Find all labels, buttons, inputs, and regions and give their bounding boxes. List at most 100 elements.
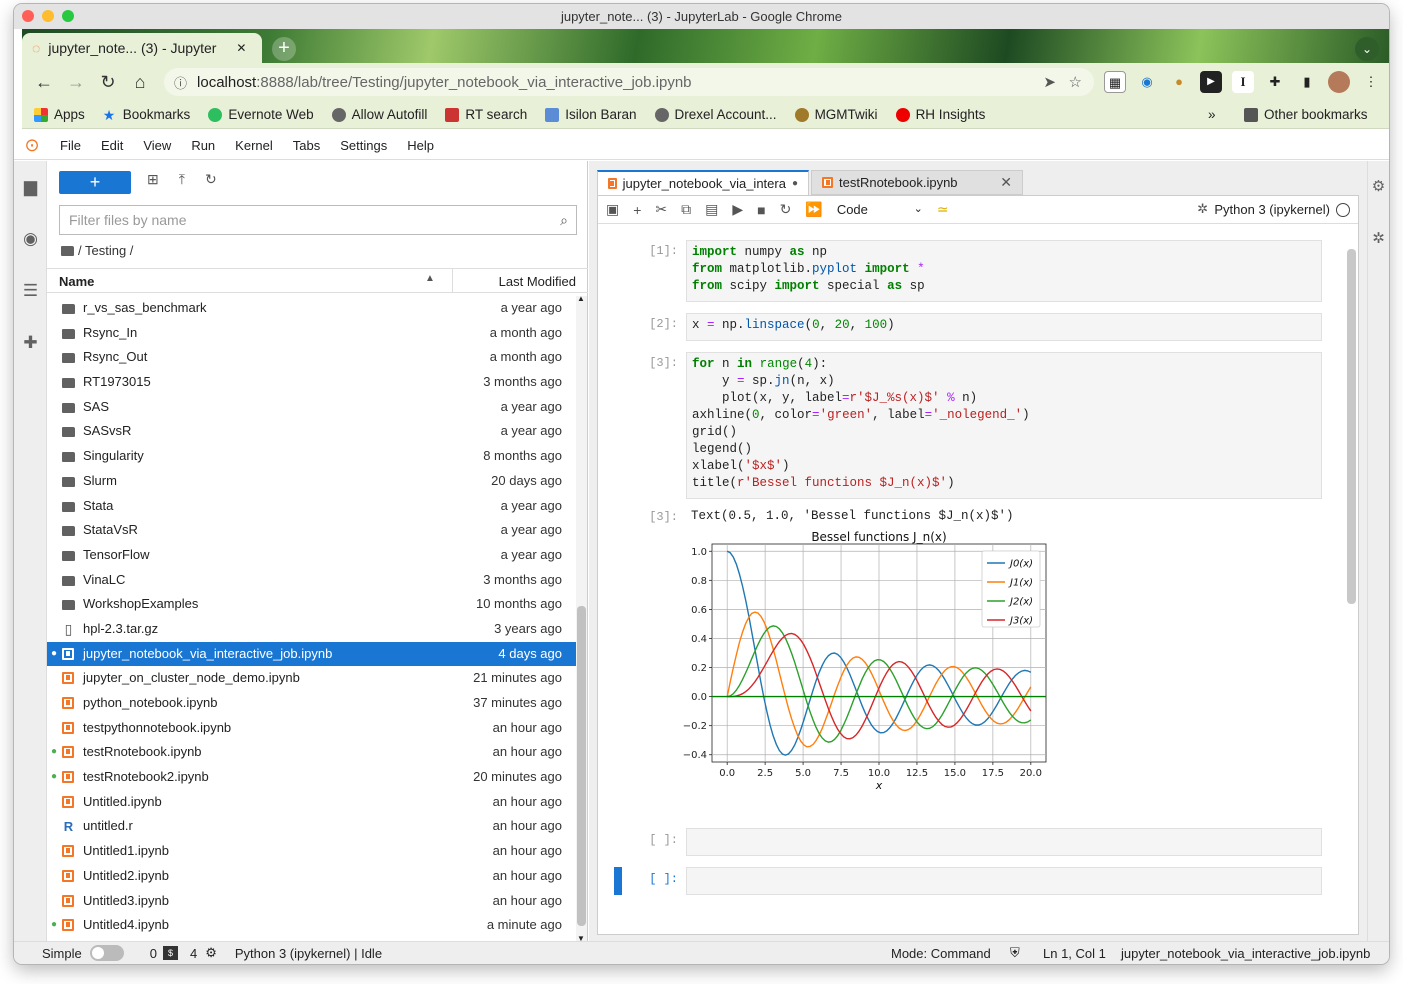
table-of-contents-icon[interactable]: ☰ bbox=[14, 265, 47, 317]
terminal-extension-icon[interactable]: ▶ bbox=[1200, 71, 1222, 93]
menu-kernel[interactable]: Kernel bbox=[225, 138, 283, 153]
file-browser-tab-icon[interactable]: ▆ bbox=[14, 161, 47, 213]
file-row[interactable]: Runtitled.r an hour ago bbox=[47, 814, 576, 839]
extension-2-icon[interactable]: ◉ bbox=[1136, 71, 1158, 93]
file-row[interactable]: Stata a year ago bbox=[47, 494, 576, 519]
column-name-header[interactable]: Name bbox=[59, 274, 94, 289]
bookmark-bookmarks[interactable]: ★ Bookmarks bbox=[103, 107, 191, 122]
unsaved-dot-icon[interactable]: ● bbox=[792, 178, 798, 189]
file-row[interactable]: Rsync_Out a month ago bbox=[47, 345, 576, 370]
browser-tab[interactable]: ◌ jupyter_note... (3) - Jupyter ✕ bbox=[22, 33, 262, 63]
address-bar[interactable]: ⓘ localhost:8888/lab/tree/Testing/jupyte… bbox=[164, 68, 1094, 96]
bookmark-rt-search[interactable]: RT search bbox=[445, 107, 527, 122]
menu-edit[interactable]: Edit bbox=[91, 138, 133, 153]
run-cell-icon[interactable]: ▶ bbox=[732, 201, 743, 218]
code-cell-3[interactable]: for n in range(4): y = sp.jn(n, x) plot(… bbox=[686, 352, 1322, 499]
file-row[interactable]: r_vs_sas_benchmark a year ago bbox=[47, 296, 576, 321]
new-folder-icon[interactable]: ⊞ bbox=[147, 171, 159, 188]
back-button[interactable]: ← bbox=[28, 72, 60, 93]
more-bookmarks-button[interactable]: » bbox=[1208, 107, 1216, 122]
side-panel-icon[interactable]: ▮ bbox=[1296, 71, 1318, 93]
extensions-puzzle-icon[interactable]: ✚ bbox=[1264, 71, 1286, 93]
menu-file[interactable]: File bbox=[50, 138, 91, 153]
kernel-count[interactable]: 4 bbox=[190, 946, 197, 961]
bookmark-allow-autofill[interactable]: Allow Autofill bbox=[331, 107, 427, 122]
extension-manager-icon[interactable]: ✚ bbox=[14, 317, 47, 369]
file-row[interactable]: SAS a year ago bbox=[47, 395, 576, 420]
tab-search-button[interactable]: ⌄ bbox=[1355, 37, 1379, 61]
refresh-icon[interactable]: ↻ bbox=[205, 171, 217, 188]
cursor-position[interactable]: Ln 1, Col 1 bbox=[1043, 946, 1106, 961]
variable-inspector-icon[interactable]: ≃ bbox=[937, 201, 949, 218]
scrollbar-thumb[interactable] bbox=[1347, 249, 1356, 604]
file-row[interactable]: jupyter_on_cluster_node_demo.ipynb 21 min… bbox=[47, 666, 576, 691]
bookmark-drexel[interactable]: Drexel Account... bbox=[654, 107, 777, 122]
terminal-count[interactable]: 0 bbox=[150, 946, 157, 961]
trust-shield-icon[interactable]: ⛨ bbox=[1010, 945, 1020, 961]
bookmark-evernote[interactable]: Evernote Web bbox=[208, 107, 314, 122]
simple-mode-toggle[interactable] bbox=[89, 945, 124, 961]
cut-icon[interactable]: ✂ bbox=[655, 201, 667, 218]
column-modified-header[interactable]: Last Modified bbox=[499, 274, 576, 289]
scrollbar-thumb[interactable] bbox=[577, 606, 586, 926]
reload-button[interactable]: ↻ bbox=[92, 72, 124, 93]
bookmark-rh-insights[interactable]: RH Insights bbox=[895, 107, 985, 122]
file-row[interactable]: Untitled2.ipynb an hour ago bbox=[47, 864, 576, 889]
tab-testrnotebook[interactable]: testRnotebook.ipynb ✕ bbox=[811, 170, 1023, 195]
file-row[interactable]: RT1973015 3 months ago bbox=[47, 370, 576, 395]
save-icon[interactable]: ▣ bbox=[606, 201, 619, 218]
new-launcher-button[interactable]: + bbox=[59, 171, 131, 194]
home-button[interactable]: ⌂ bbox=[124, 72, 156, 93]
send-icon[interactable]: ➤ bbox=[1043, 73, 1056, 91]
file-row[interactable]: ● Untitled4.ipynb a minute ago bbox=[47, 913, 576, 938]
bookmark-mgmtwiki[interactable]: MGMTwiki bbox=[794, 107, 878, 122]
file-row[interactable]: WorkshopExamples 10 months ago bbox=[47, 592, 576, 617]
zoom-window-button[interactable] bbox=[62, 10, 74, 22]
forward-button[interactable]: → bbox=[60, 72, 92, 93]
file-row[interactable]: ● testRnotebook2.ipynb 20 minutes ago bbox=[47, 765, 576, 790]
running-sessions-icon[interactable]: ◉ bbox=[14, 213, 47, 265]
file-row[interactable]: TensorFlow a year ago bbox=[47, 543, 576, 568]
copy-icon[interactable]: ⧉ bbox=[681, 201, 691, 218]
interrupt-kernel-icon[interactable]: ■ bbox=[757, 202, 765, 218]
file-row[interactable]: ● jupyter_notebook_via_interactive_job.ip… bbox=[47, 641, 576, 667]
restart-kernel-icon[interactable]: ↻ bbox=[780, 201, 792, 218]
file-list-scrollbar[interactable]: ▲ ▼ bbox=[576, 294, 587, 943]
property-inspector-icon[interactable]: ⚙ bbox=[1368, 161, 1389, 213]
file-row[interactable]: Slurm 20 days ago bbox=[47, 469, 576, 494]
file-row[interactable]: SASvsR a year ago bbox=[47, 419, 576, 444]
restart-run-all-icon[interactable]: ⏩ bbox=[805, 201, 822, 218]
menu-help[interactable]: Help bbox=[397, 138, 444, 153]
kernel-status[interactable]: Python 3 (ipykernel) | Idle bbox=[235, 946, 382, 961]
other-bookmarks[interactable]: Other bookmarks bbox=[1244, 107, 1368, 122]
upload-icon[interactable]: ⤒ bbox=[179, 171, 185, 188]
debugger-icon[interactable]: ✲ bbox=[1197, 201, 1208, 217]
menu-settings[interactable]: Settings bbox=[330, 138, 397, 153]
file-row[interactable]: Untitled1.ipynb an hour ago bbox=[47, 839, 576, 864]
scroll-up-icon[interactable]: ▲ bbox=[577, 294, 585, 303]
file-row[interactable]: VinaLC 3 months ago bbox=[47, 568, 576, 593]
file-row[interactable]: Singularity 8 months ago bbox=[47, 444, 576, 469]
notebook-scrollbar[interactable] bbox=[1346, 231, 1356, 931]
empty-code-cell-1[interactable] bbox=[686, 828, 1322, 856]
code-cell-2[interactable]: x = np.linspace(0, 20, 100) bbox=[686, 313, 1322, 341]
file-row[interactable]: ▯ hpl-2.3.tar.gz 3 years ago bbox=[47, 617, 576, 642]
code-cell-1[interactable]: import numpy as np from matplotlib.pyplo… bbox=[686, 240, 1322, 302]
bookmark-star-icon[interactable]: ☆ bbox=[1069, 73, 1082, 91]
profile-avatar[interactable] bbox=[1328, 71, 1350, 93]
instapaper-extension-icon[interactable]: I bbox=[1232, 71, 1254, 93]
cell-type-select[interactable]: Code ⌄ bbox=[837, 202, 923, 217]
file-row[interactable]: Untitled.ipynb an hour ago bbox=[47, 790, 576, 815]
tab-notebook-active[interactable]: jupyter_notebook_via_intera ● bbox=[597, 170, 809, 195]
debugger-sidebar-icon[interactable]: ✲ bbox=[1368, 213, 1389, 265]
bookmark-isilon[interactable]: Isilon Baran bbox=[545, 107, 637, 122]
paste-icon[interactable]: ▤ bbox=[705, 201, 718, 218]
file-row[interactable]: ● testRnotebook.ipynb an hour ago bbox=[47, 740, 576, 765]
file-row[interactable]: StataVsR a year ago bbox=[47, 518, 576, 543]
close-tab-icon[interactable]: ✕ bbox=[236, 41, 246, 55]
close-tab-icon[interactable]: ✕ bbox=[1000, 174, 1012, 191]
kernel-name[interactable]: Python 3 (ipykernel) bbox=[1214, 202, 1330, 217]
menu-view[interactable]: View bbox=[133, 138, 181, 153]
breadcrumb[interactable]: / Testing / bbox=[61, 243, 133, 258]
file-row[interactable]: testpythonnotebook.ipynb an hour ago bbox=[47, 716, 576, 741]
